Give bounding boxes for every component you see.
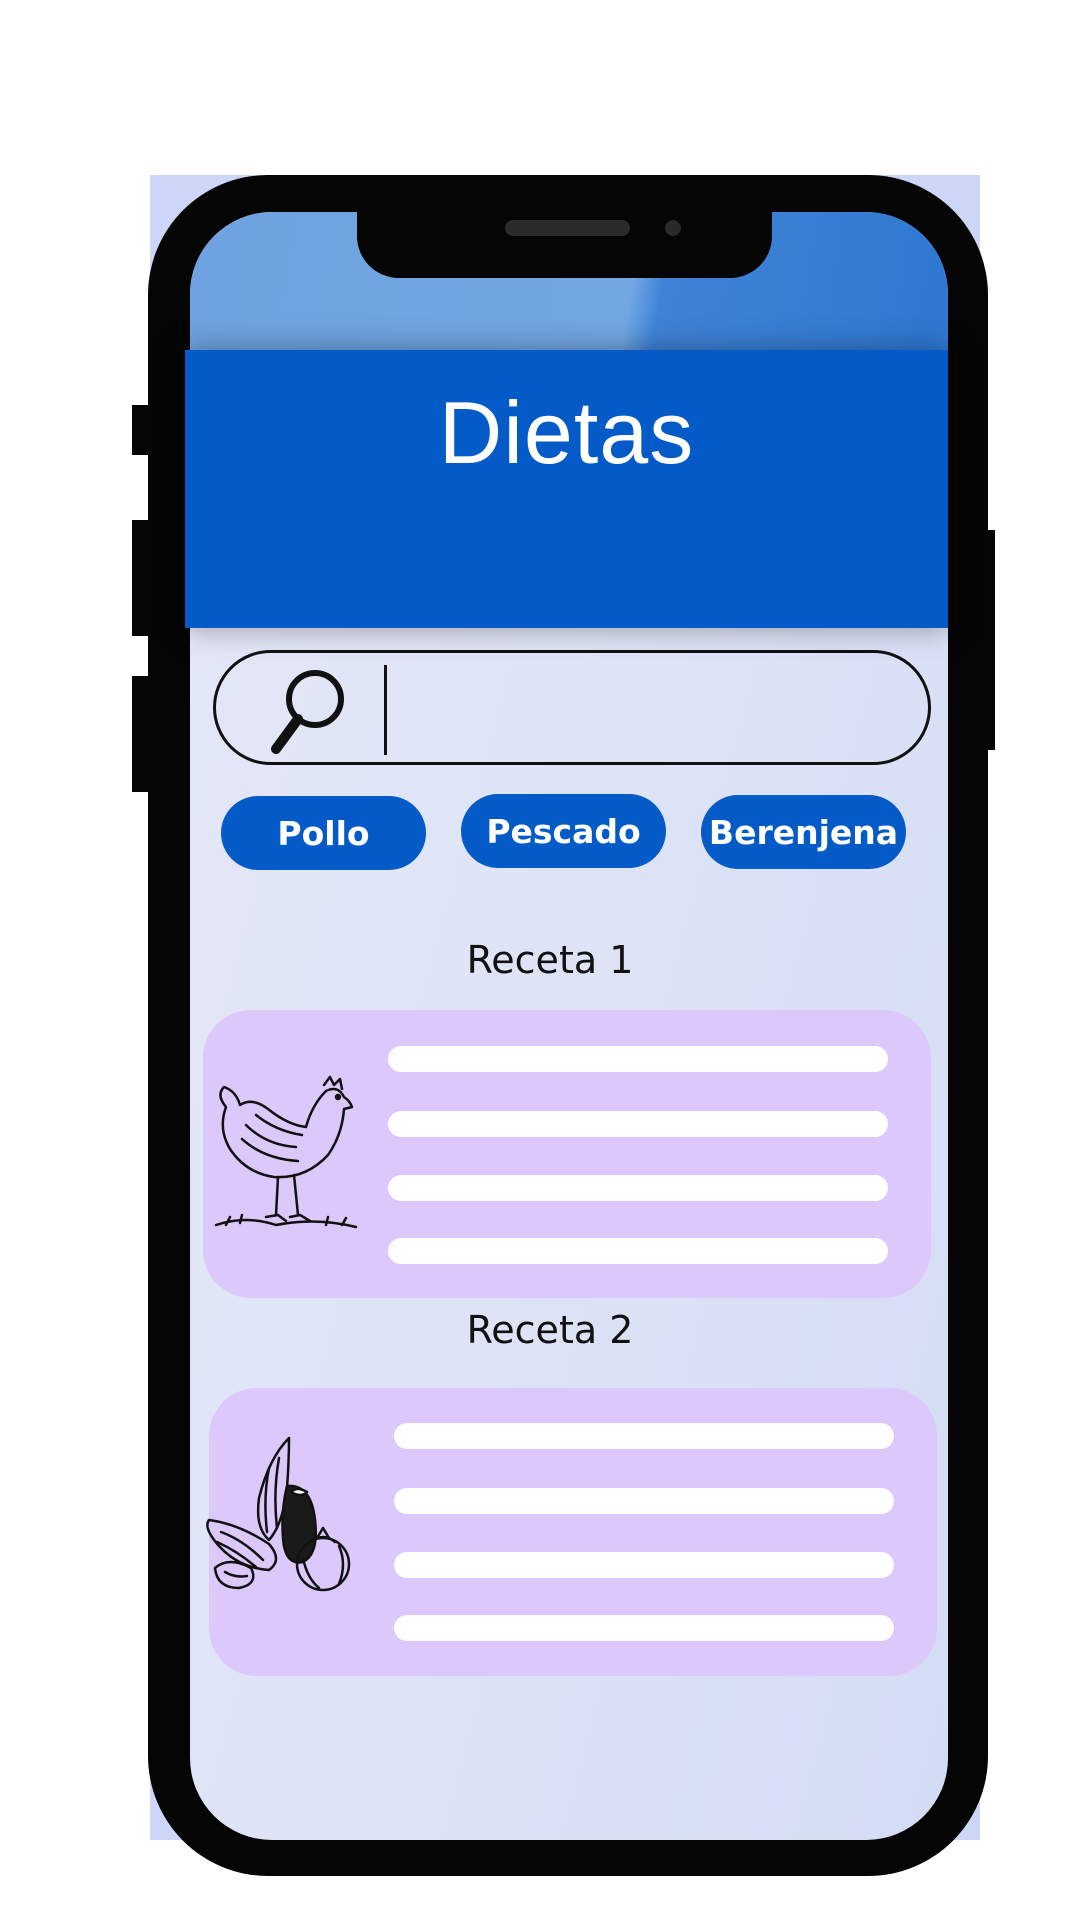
search-input[interactable] <box>396 663 900 755</box>
recipe-1-card[interactable] <box>203 1010 931 1298</box>
recipe-1-line-4 <box>388 1238 888 1264</box>
filter-chip-pescado[interactable]: Pescado <box>461 794 666 868</box>
recipe-1-line-2 <box>388 1111 888 1137</box>
recipe-2-card[interactable] <box>206 1388 937 1676</box>
recipe-1-line-3 <box>388 1175 888 1201</box>
speaker-grill <box>505 220 630 236</box>
chicken-illustration <box>214 1075 358 1229</box>
recipe-2-title: Receta 2 <box>466 1308 634 1352</box>
page-title: Dietas <box>438 383 695 482</box>
recipe-1-line-1 <box>388 1046 888 1072</box>
filter-chip-berenjena[interactable]: Berenjena <box>701 795 906 869</box>
recipe-2-line-3 <box>394 1552 894 1578</box>
filter-chip-pollo[interactable]: Pollo <box>221 796 426 870</box>
app-header: Dietas <box>185 350 948 628</box>
text-cursor <box>384 665 387 755</box>
vegetables-illustration <box>206 1436 351 1592</box>
recipe-1-title: Receta 1 <box>466 938 634 982</box>
recipe-2-line-4 <box>394 1615 894 1641</box>
front-camera <box>665 220 681 236</box>
search-icon <box>271 670 344 754</box>
recipe-2-line-2 <box>394 1488 894 1514</box>
recipe-2-line-1 <box>394 1423 894 1449</box>
search-bar[interactable] <box>213 650 931 765</box>
